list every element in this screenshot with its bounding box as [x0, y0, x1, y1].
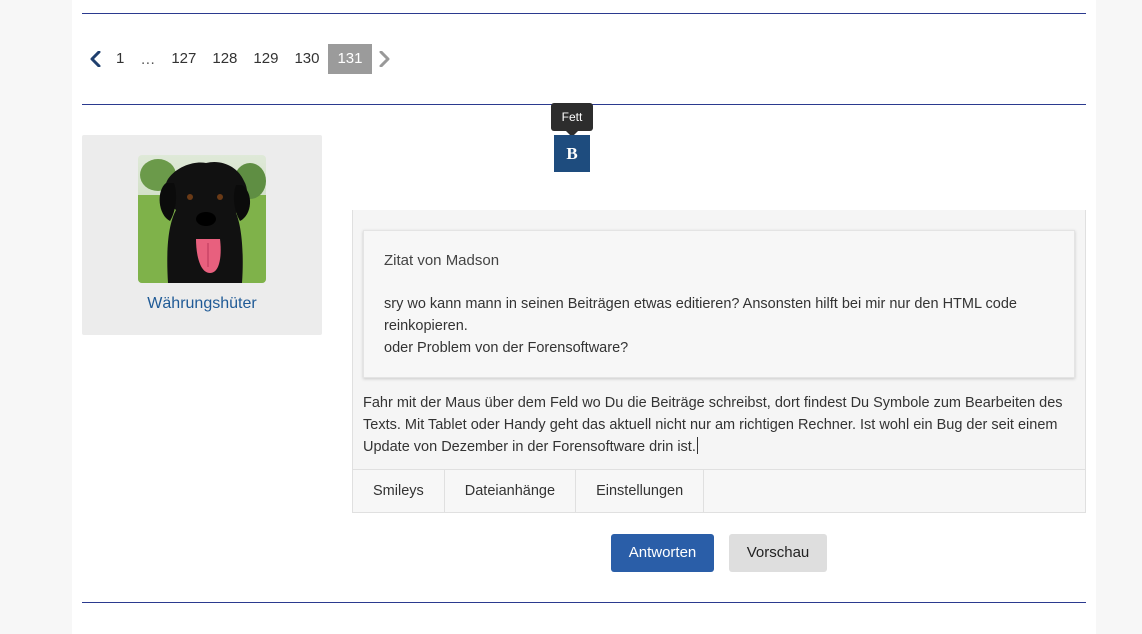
page-link-129[interactable]: 129 — [245, 44, 286, 74]
reply-button[interactable]: Antworten — [611, 534, 714, 572]
avatar[interactable] — [138, 155, 266, 283]
page-ellipsis: … — [140, 50, 156, 68]
page: 1 … 127 128 129 130 131 Währungshüter Fe… — [72, 0, 1096, 634]
reply-text-content: Fahr mit der Maus über dem Feld wo Du di… — [363, 395, 1063, 455]
text-cursor — [696, 437, 698, 454]
bottom-divider — [82, 602, 1086, 603]
quote-line: sry wo kann mann in seinen Beiträgen etw… — [384, 296, 1017, 334]
page-current: 131 — [328, 44, 372, 74]
bold-button[interactable]: B — [554, 135, 590, 172]
top-divider — [82, 13, 1086, 14]
page-link-128[interactable]: 128 — [204, 44, 245, 74]
page-link-1[interactable]: 1 — [108, 44, 132, 74]
tab-smileys[interactable]: Smileys — [353, 470, 445, 512]
tab-settings[interactable]: Einstellungen — [576, 470, 705, 512]
tab-attachments[interactable]: Dateianhänge — [445, 470, 577, 512]
page-link-127[interactable]: 127 — [163, 44, 204, 74]
quote-line: oder Problem von der Forensoftware? — [384, 340, 629, 356]
prev-page-icon[interactable] — [84, 44, 108, 74]
reply-text[interactable]: Fahr mit der Maus über dem Feld wo Du di… — [363, 392, 1075, 458]
reply-editor[interactable]: Zitat von Madson sry wo kann mann in sei… — [352, 210, 1086, 513]
username-link[interactable]: Währungshüter — [82, 295, 322, 313]
quote-body: sry wo kann mann in seinen Beiträgen etw… — [384, 293, 1064, 359]
bold-tooltip: Fett — [551, 103, 593, 137]
quote-header: Zitat von Madson — [384, 252, 500, 269]
page-link-130[interactable]: 130 — [286, 44, 327, 74]
preview-button[interactable]: Vorschau — [729, 534, 827, 572]
pagination: 1 … 127 128 129 130 131 — [84, 44, 396, 74]
user-card: Währungshüter — [82, 135, 322, 335]
editor-tabs: Smileys Dateianhänge Einstellungen — [353, 469, 1085, 512]
quote-block: Zitat von Madson sry wo kann mann in sei… — [363, 230, 1075, 378]
next-page-icon[interactable] — [372, 44, 396, 74]
